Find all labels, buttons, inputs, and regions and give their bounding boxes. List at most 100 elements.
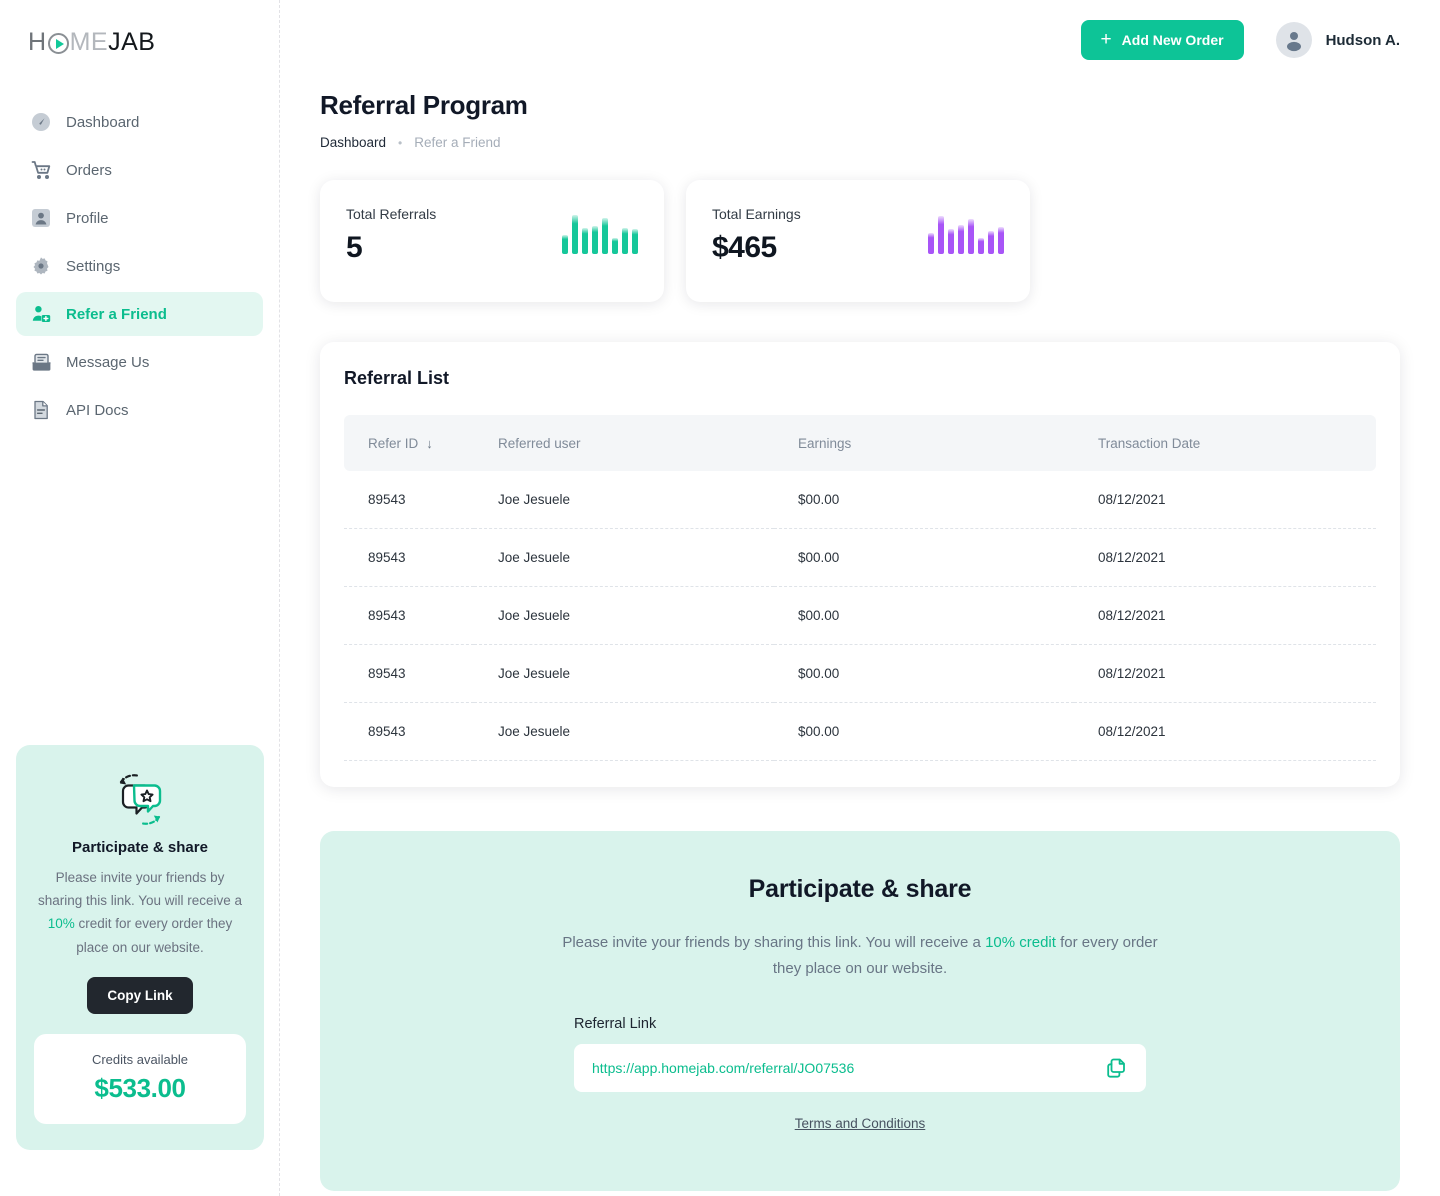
table-row[interactable]: 89543 Joe Jesuele $00.00 08/12/2021 xyxy=(344,528,1376,587)
bar xyxy=(958,224,964,254)
sidebar-item-message-us[interactable]: Message Us xyxy=(16,340,263,384)
cell-refer-id: 89543 xyxy=(344,528,474,587)
bar-chart-icon xyxy=(928,214,1004,254)
sidebar-nav: Dashboard Orders Profile Settings Refer … xyxy=(0,100,279,432)
user-icon xyxy=(30,207,52,229)
bar xyxy=(562,235,568,254)
logo-text-h: H xyxy=(28,28,47,56)
referral-list-card: Referral List Refer ID ↓ Referred user Ea… xyxy=(320,342,1400,787)
terms-and-conditions-link[interactable]: Terms and Conditions xyxy=(795,1116,926,1131)
arrow-down-icon: ↓ xyxy=(426,435,433,451)
top-bar: + Add New Order Hudson A. xyxy=(280,0,1440,80)
bar-chart-icon xyxy=(562,214,638,254)
cell-referred-user: Joe Jesuele xyxy=(474,702,774,761)
user-menu[interactable]: Hudson A. xyxy=(1275,22,1400,58)
bar xyxy=(592,225,598,254)
bar xyxy=(572,215,578,254)
column-header-refer-id[interactable]: Refer ID ↓ xyxy=(344,415,474,471)
stat-label: Total Earnings xyxy=(712,206,801,222)
stat-value: $465 xyxy=(712,231,777,264)
cell-earnings: $00.00 xyxy=(774,644,1074,703)
stat-card-total-earnings: Total Earnings $465 xyxy=(686,180,1030,302)
participate-highlight: 10% credit xyxy=(985,934,1056,951)
stat-value: 5 xyxy=(346,231,363,264)
promo-highlight: 10% xyxy=(47,916,75,932)
credits-card: Credits available $533.00 xyxy=(34,1033,246,1124)
promo-text-before: Please invite your friends by sharing th… xyxy=(37,870,243,909)
credits-value: $533.00 xyxy=(94,1072,186,1103)
copy-link-button[interactable]: Copy Link xyxy=(87,976,193,1014)
cell-refer-id: 89543 xyxy=(344,586,474,645)
stat-card-total-referrals: Total Referrals 5 xyxy=(320,180,664,302)
bar xyxy=(622,228,628,254)
table-row[interactable]: 89543 Joe Jesuele $00.00 08/12/2021 xyxy=(344,586,1376,645)
plus-icon: + xyxy=(1100,28,1112,50)
table-body: 89543 Joe Jesuele $00.00 08/12/2021 89543 Joe… xyxy=(344,471,1376,761)
cell-refer-id: 89543 xyxy=(344,471,474,529)
referral-link-label: Referral Link xyxy=(574,1015,657,1032)
sidebar-item-label: Profile xyxy=(66,209,109,227)
sidebar: H ME JAB Dashboard Orders Profile Settin… xyxy=(0,0,280,1196)
participate-text-before: Please invite your friends by sharing th… xyxy=(562,934,986,951)
page-title: Referral Program xyxy=(320,90,528,120)
bar xyxy=(988,230,994,254)
logo-text-me: ME xyxy=(69,28,109,56)
sidebar-item-label: Settings xyxy=(66,257,121,275)
homejab-logo[interactable]: H ME JAB xyxy=(28,28,279,57)
referral-link-value[interactable]: https://app.homejab.com/referral/JO07536 xyxy=(592,1060,854,1076)
bar xyxy=(928,232,934,254)
cell-earnings: $00.00 xyxy=(774,702,1074,761)
gauge-icon xyxy=(30,111,52,133)
column-header-earnings[interactable]: Earnings xyxy=(774,415,1074,471)
bar xyxy=(602,217,608,254)
participate-title: Participate & share xyxy=(748,875,972,903)
sidebar-item-orders[interactable]: Orders xyxy=(16,148,263,192)
logo-play-icon xyxy=(47,33,69,54)
cell-transaction-date: 08/12/2021 xyxy=(1074,471,1376,529)
user-name: Hudson A. xyxy=(1325,31,1400,49)
add-new-order-button[interactable]: + Add New Order xyxy=(1080,20,1244,60)
cell-earnings: $00.00 xyxy=(774,586,1074,645)
bar xyxy=(938,216,944,254)
cell-refer-id: 89543 xyxy=(344,644,474,703)
table-row[interactable]: 89543 Joe Jesuele $00.00 08/12/2021 xyxy=(344,471,1376,529)
cell-transaction-date: 08/12/2021 xyxy=(1074,702,1376,761)
page-header: Referral Program Dashboard • Refer a Fri… xyxy=(280,80,1440,150)
cell-transaction-date: 08/12/2021 xyxy=(1074,586,1376,645)
table-head: Refer ID ↓ Referred user Earnings Transac… xyxy=(344,415,1376,471)
referral-link-block: Referral Link https://app.homejab.com/re… xyxy=(574,1016,1146,1092)
column-header-referred-user[interactable]: Referred user xyxy=(474,415,774,471)
inbox-icon xyxy=(30,351,52,373)
cell-referred-user: Joe Jesuele xyxy=(474,586,774,645)
cell-referred-user: Joe Jesuele xyxy=(474,528,774,587)
breadcrumb-current: Refer a Friend xyxy=(414,135,501,150)
stat-cards: Total Referrals 5 Total Earnings $465 xyxy=(280,150,1440,302)
breadcrumb-dashboard[interactable]: Dashboard xyxy=(320,135,386,150)
app-root: H ME JAB Dashboard Orders Profile Settin… xyxy=(0,0,1440,1196)
bar xyxy=(632,229,638,254)
sidebar-item-label: Message Us xyxy=(66,353,150,371)
column-label: Refer ID xyxy=(368,435,419,451)
credits-label: Credits available xyxy=(91,1051,189,1067)
promo-text-after: credit for every order they place on our… xyxy=(74,916,233,955)
copy-icon[interactable] xyxy=(1104,1056,1128,1080)
promo-title: Participate & share xyxy=(72,839,208,856)
stat-label: Total Referrals xyxy=(346,206,437,222)
referral-link-field[interactable]: https://app.homejab.com/referral/JO07536 xyxy=(574,1043,1146,1092)
logo-wrapper: H ME JAB xyxy=(0,0,279,76)
bar xyxy=(978,237,984,254)
sidebar-item-dashboard[interactable]: Dashboard xyxy=(16,100,263,144)
sidebar-item-refer-a-friend[interactable]: Refer a Friend xyxy=(16,292,263,336)
column-header-transaction-date[interactable]: Transaction Date xyxy=(1074,415,1376,471)
sidebar-item-settings[interactable]: Settings xyxy=(16,244,263,288)
table-row[interactable]: 89543 Joe Jesuele $00.00 08/12/2021 xyxy=(344,644,1376,703)
sidebar-item-label: Dashboard xyxy=(66,113,140,131)
cell-refer-id: 89543 xyxy=(344,702,474,761)
promo-description: Please invite your friends by sharing th… xyxy=(34,866,246,959)
logo-text-jab: JAB xyxy=(108,28,156,56)
sidebar-item-profile[interactable]: Profile xyxy=(16,196,263,240)
breadcrumb: Dashboard • Refer a Friend xyxy=(320,135,1440,150)
sidebar-item-api-docs[interactable]: API Docs xyxy=(16,388,263,432)
table-row[interactable]: 89543 Joe Jesuele $00.00 08/12/2021 xyxy=(344,702,1376,761)
avatar xyxy=(1275,22,1312,58)
